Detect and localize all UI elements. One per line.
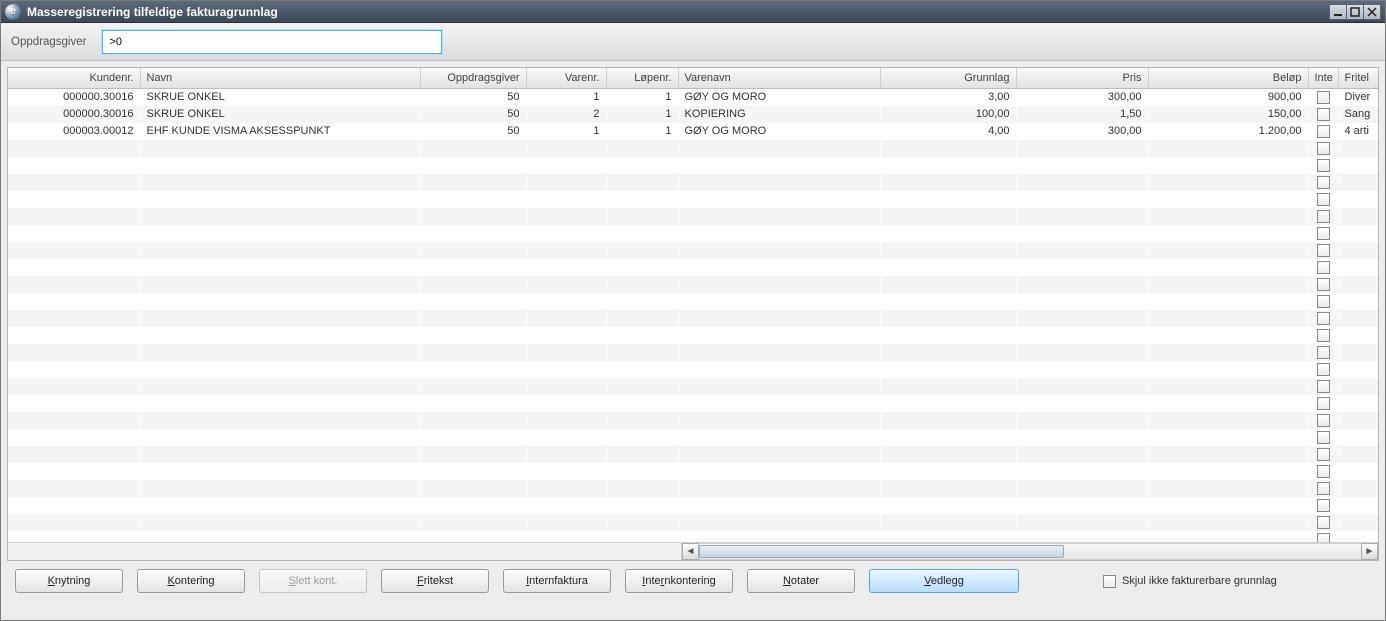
table-row xyxy=(8,293,1378,310)
row-checkbox[interactable] xyxy=(1317,159,1330,172)
row-checkbox[interactable] xyxy=(1317,499,1330,512)
row-checkbox[interactable] xyxy=(1317,363,1330,376)
row-checkbox[interactable] xyxy=(1317,431,1330,444)
data-grid[interactable]: Kundenr. Navn Oppdragsgiver Varenr. Løpe… xyxy=(8,68,1378,542)
scroll-left-button[interactable]: ◄ xyxy=(682,543,699,560)
table-row xyxy=(8,497,1378,514)
col-fritel[interactable]: Fritel xyxy=(1338,68,1378,88)
row-checkbox[interactable] xyxy=(1317,210,1330,223)
row-checkbox[interactable] xyxy=(1317,414,1330,427)
slett-kont-button[interactable]: Slett kont. xyxy=(259,569,367,593)
table-row xyxy=(8,310,1378,327)
table-row xyxy=(8,140,1378,157)
table-row xyxy=(8,395,1378,412)
row-checkbox[interactable] xyxy=(1317,312,1330,325)
row-checkbox[interactable] xyxy=(1317,516,1330,529)
row-checkbox[interactable] xyxy=(1317,482,1330,495)
vedlegg-button[interactable]: Vedlegg xyxy=(869,569,1019,593)
table-row xyxy=(8,463,1378,480)
filter-bar: Oppdragsgiver xyxy=(1,23,1385,61)
hide-non-invoiceable-checkbox[interactable]: Skjul ikke fakturerbare grunnlag xyxy=(1103,575,1277,588)
scrollbar-spacer xyxy=(8,543,682,560)
app-icon: e xyxy=(5,4,21,20)
scroll-right-button[interactable]: ► xyxy=(1361,543,1378,560)
row-checkbox[interactable] xyxy=(1317,533,1330,543)
knytning-button[interactable]: Knytning xyxy=(15,569,123,593)
row-checkbox[interactable] xyxy=(1317,176,1330,189)
window-controls xyxy=(1330,4,1381,20)
row-checkbox[interactable] xyxy=(1317,278,1330,291)
window-title: Masseregistrering tilfeldige fakturagrun… xyxy=(27,5,1330,19)
row-checkbox[interactable] xyxy=(1317,295,1330,308)
col-kundenr[interactable]: Kundenr. xyxy=(8,68,140,88)
row-checkbox[interactable] xyxy=(1317,380,1330,393)
col-oppdragsgiver[interactable]: Oppdragsgiver xyxy=(420,68,526,88)
horizontal-scrollbar[interactable]: ◄ ► xyxy=(8,542,1378,560)
row-checkbox[interactable] xyxy=(1317,227,1330,240)
minimize-button[interactable] xyxy=(1329,4,1347,20)
row-checkbox[interactable] xyxy=(1317,244,1330,257)
table-row xyxy=(8,361,1378,378)
scrollbar-thumb[interactable] xyxy=(699,545,1064,558)
table-row xyxy=(8,242,1378,259)
table-row xyxy=(8,344,1378,361)
table-row xyxy=(8,429,1378,446)
row-checkbox[interactable] xyxy=(1317,91,1330,104)
close-button[interactable] xyxy=(1363,4,1381,20)
col-lopenr[interactable]: Løpenr. xyxy=(606,68,678,88)
scrollbar-track[interactable] xyxy=(699,543,1361,560)
kontering-button[interactable]: Kontering xyxy=(137,569,245,593)
row-checkbox[interactable] xyxy=(1317,465,1330,478)
table-row xyxy=(8,208,1378,225)
col-inte[interactable]: Inte xyxy=(1308,68,1338,88)
button-bar: Knytning Kontering Slett kont. Fritekst … xyxy=(1,561,1385,603)
titlebar: e Masseregistrering tilfeldige fakturagr… xyxy=(1,1,1385,23)
row-checkbox[interactable] xyxy=(1317,397,1330,410)
row-checkbox[interactable] xyxy=(1317,142,1330,155)
row-checkbox[interactable] xyxy=(1317,346,1330,359)
col-pris[interactable]: Pris xyxy=(1016,68,1148,88)
table-row xyxy=(8,157,1378,174)
oppdragsgiver-input[interactable] xyxy=(102,30,442,54)
row-checkbox[interactable] xyxy=(1317,125,1330,138)
table-row[interactable]: 000000.30016SKRUE ONKEL5021KOPIERING100,… xyxy=(8,106,1378,123)
table-row[interactable]: 000003.00012EHF KUNDE VISMA AKSESSPUNKT5… xyxy=(8,123,1378,140)
filter-label: Oppdragsgiver xyxy=(11,36,86,48)
table-row xyxy=(8,480,1378,497)
row-checkbox[interactable] xyxy=(1317,448,1330,461)
col-varenavn[interactable]: Varenavn xyxy=(678,68,880,88)
hide-label: Skjul ikke fakturerbare grunnlag xyxy=(1122,575,1277,587)
checkbox-icon[interactable] xyxy=(1103,575,1116,588)
table-row xyxy=(8,531,1378,543)
table-row xyxy=(8,225,1378,242)
internkontering-button[interactable]: Internkontering xyxy=(625,569,733,593)
table-row xyxy=(8,446,1378,463)
col-grunnlag[interactable]: Grunnlag xyxy=(880,68,1016,88)
grid-container: Kundenr. Navn Oppdragsgiver Varenr. Løpe… xyxy=(7,67,1379,561)
grid-header-row: Kundenr. Navn Oppdragsgiver Varenr. Løpe… xyxy=(8,68,1378,88)
table-row xyxy=(8,259,1378,276)
col-varenr[interactable]: Varenr. xyxy=(526,68,606,88)
row-checkbox[interactable] xyxy=(1317,108,1330,121)
table-row xyxy=(8,174,1378,191)
maximize-button[interactable] xyxy=(1346,4,1364,20)
table-row xyxy=(8,378,1378,395)
table-row xyxy=(8,514,1378,531)
table-row[interactable]: 000000.30016SKRUE ONKEL5011GØY OG MORO3,… xyxy=(8,88,1378,106)
fritekst-button[interactable]: Fritekst xyxy=(381,569,489,593)
col-navn[interactable]: Navn xyxy=(140,68,420,88)
internfaktura-button[interactable]: Internfaktura xyxy=(503,569,611,593)
notater-button[interactable]: Notater xyxy=(747,569,855,593)
row-checkbox[interactable] xyxy=(1317,329,1330,342)
table-row xyxy=(8,412,1378,429)
row-checkbox[interactable] xyxy=(1317,261,1330,274)
table-row xyxy=(8,191,1378,208)
table-row xyxy=(8,327,1378,344)
row-checkbox[interactable] xyxy=(1317,193,1330,206)
col-belop[interactable]: Beløp xyxy=(1148,68,1308,88)
table-row xyxy=(8,276,1378,293)
